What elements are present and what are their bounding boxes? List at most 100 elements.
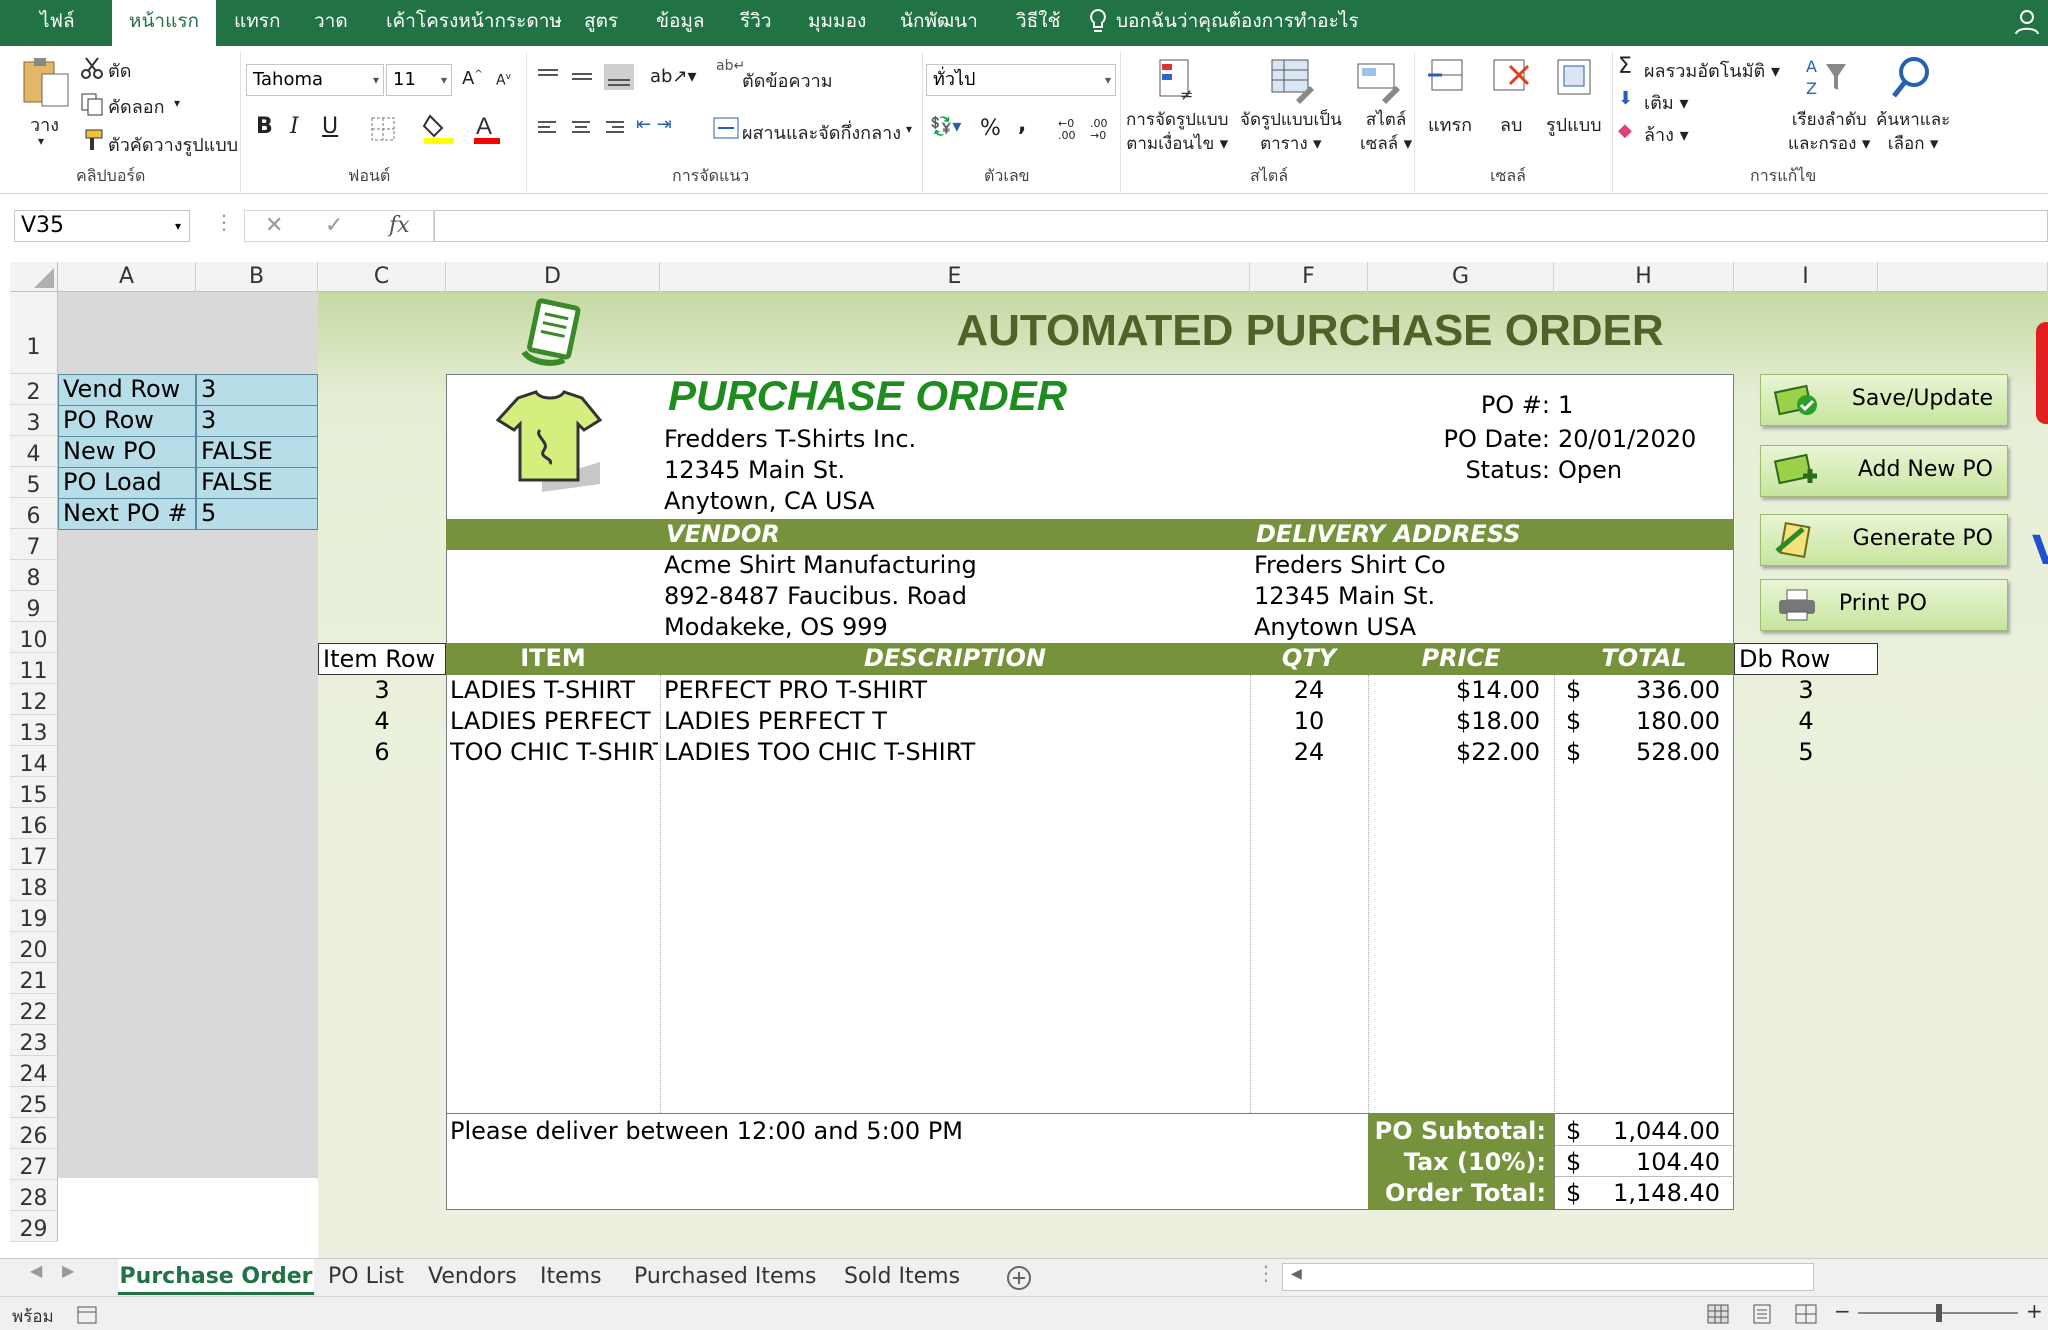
column-header-a[interactable]: A bbox=[58, 262, 196, 292]
insert-cells-button[interactable]: แทรก bbox=[1428, 110, 1472, 139]
price-cell[interactable]: $18.00 bbox=[1368, 706, 1540, 737]
tab-draw[interactable]: วาด bbox=[314, 0, 348, 46]
wrap-text-button[interactable]: ตัดข้อความ bbox=[742, 66, 833, 95]
vendor-name[interactable]: Acme Shirt Manufacturing bbox=[664, 550, 977, 581]
clear-button[interactable]: ล้าง ▾ bbox=[1644, 120, 1689, 149]
row-header-3[interactable]: 3 bbox=[10, 405, 58, 436]
name-box[interactable]: V35 ▾ bbox=[14, 210, 190, 242]
row-header-4[interactable]: 4 bbox=[10, 436, 58, 467]
tab-splitter-icon[interactable]: ⋮ bbox=[1256, 1261, 1276, 1285]
row-header-16[interactable]: 16 bbox=[10, 808, 58, 839]
font-size-combo[interactable]: 11 ▾ bbox=[386, 64, 452, 96]
format-as-table-button[interactable]: จัดรูปแบบเป็น ตาราง ▾ bbox=[1240, 108, 1342, 156]
po-load-value[interactable]: FALSE bbox=[196, 467, 318, 499]
borders-icon[interactable] bbox=[370, 116, 396, 142]
tab-home[interactable]: หน้าแรก bbox=[112, 0, 216, 46]
select-all-corner[interactable] bbox=[10, 262, 58, 292]
row-header-19[interactable]: 19 bbox=[10, 901, 58, 932]
row-header-14[interactable]: 14 bbox=[10, 746, 58, 777]
row-header-22[interactable]: 22 bbox=[10, 994, 58, 1025]
column-header-b[interactable]: B bbox=[196, 262, 318, 292]
conditional-formatting-button[interactable]: การจัดรูปแบบ ตามเงื่อนไข ▾ bbox=[1126, 108, 1228, 156]
increase-decimal-icon[interactable]: ←0.00 bbox=[1058, 118, 1076, 142]
column-header-f[interactable]: F bbox=[1250, 262, 1368, 292]
tab-scroll-left-icon[interactable]: ◀ bbox=[30, 1261, 42, 1280]
number-format-combo[interactable]: ทั่วไป ▾ bbox=[926, 64, 1116, 96]
format-painter-button[interactable]: ตัวคัดวางรูปแบบ bbox=[108, 130, 238, 159]
tab-scroll-right-icon[interactable]: ▶ bbox=[62, 1261, 74, 1280]
merge-center-button[interactable]: ผสานและจัดกึ่งกลาง bbox=[742, 118, 901, 147]
po-date-value[interactable]: 20/01/2020 bbox=[1558, 424, 1696, 455]
delivery-address[interactable]: 12345 Main St. bbox=[1254, 581, 1435, 612]
row-header-24[interactable]: 24 bbox=[10, 1056, 58, 1087]
po-row-value[interactable]: 3 bbox=[196, 405, 318, 437]
generate-po-button[interactable]: Generate PO bbox=[1760, 514, 2008, 566]
delete-cells-button[interactable]: ลบ bbox=[1500, 110, 1522, 139]
row-header-2[interactable]: 2 bbox=[10, 374, 58, 405]
row-header-29[interactable]: 29 bbox=[10, 1211, 58, 1242]
vendor-address[interactable]: 892-8487 Faucibus. Road bbox=[664, 581, 967, 612]
row-header-17[interactable]: 17 bbox=[10, 839, 58, 870]
row-header-12[interactable]: 12 bbox=[10, 684, 58, 715]
row-header-27[interactable]: 27 bbox=[10, 1149, 58, 1180]
qty-cell[interactable]: 24 bbox=[1250, 737, 1368, 768]
fill-color-icon[interactable] bbox=[422, 112, 456, 144]
tab-help[interactable]: วิธีใช้ bbox=[1016, 0, 1060, 46]
sheet-tab-purchase-order[interactable]: Purchase Order bbox=[118, 1259, 314, 1295]
accounting-format-icon[interactable]: 💱▾ bbox=[930, 116, 961, 137]
row-header-13[interactable]: 13 bbox=[10, 715, 58, 746]
delivery-city[interactable]: Anytown USA bbox=[1254, 612, 1416, 643]
new-po-value[interactable]: FALSE bbox=[196, 436, 318, 468]
row-header-20[interactable]: 20 bbox=[10, 932, 58, 963]
sheet-tab-purchased-items[interactable]: Purchased Items bbox=[634, 1259, 816, 1295]
vertical-align-icons[interactable] bbox=[534, 62, 644, 92]
formula-input[interactable] bbox=[434, 210, 2048, 242]
column-header-h[interactable]: H bbox=[1554, 262, 1734, 292]
cancel-icon[interactable]: ✕ bbox=[265, 213, 283, 238]
item-cell[interactable]: LADIES T-SHIRT bbox=[450, 675, 658, 706]
zoom-in-button[interactable]: + bbox=[2026, 1299, 2043, 1323]
zoom-slider-handle[interactable] bbox=[1936, 1304, 1942, 1322]
fill-button[interactable]: เติม ▾ bbox=[1644, 88, 1688, 117]
italic-button[interactable]: I bbox=[290, 114, 299, 139]
row-header-18[interactable]: 18 bbox=[10, 870, 58, 901]
row-header-21[interactable]: 21 bbox=[10, 963, 58, 994]
row-header-7[interactable]: 7 bbox=[10, 529, 58, 560]
row-header-11[interactable]: 11 bbox=[10, 653, 58, 684]
row-header-8[interactable]: 8 bbox=[10, 560, 58, 591]
sheet-tab-po-list[interactable]: PO List bbox=[328, 1259, 404, 1295]
font-name-combo[interactable]: Tahoma ▾ bbox=[246, 64, 384, 96]
copy-button[interactable]: คัดลอก bbox=[108, 92, 164, 121]
normal-view-icon[interactable] bbox=[1706, 1303, 1730, 1325]
item-cell[interactable]: LADIES PERFECT T bbox=[450, 706, 658, 737]
formula-bar-options-icon[interactable]: ⋮ bbox=[214, 210, 234, 234]
page-break-view-icon[interactable] bbox=[1794, 1303, 1818, 1325]
po-status-value[interactable]: Open bbox=[1558, 455, 1622, 486]
indent-icons[interactable]: ⇤ ⇥ bbox=[636, 114, 672, 135]
row-header-15[interactable]: 15 bbox=[10, 777, 58, 808]
price-cell[interactable]: $14.00 bbox=[1368, 675, 1540, 706]
column-header-c[interactable]: C bbox=[318, 262, 446, 292]
delivery-name[interactable]: Freders Shirt Co bbox=[1254, 550, 1446, 581]
price-cell[interactable]: $22.00 bbox=[1368, 737, 1540, 768]
next-po-value[interactable]: 5 bbox=[196, 498, 318, 530]
add-sheet-icon[interactable] bbox=[1006, 1265, 1032, 1291]
row-header-23[interactable]: 23 bbox=[10, 1025, 58, 1056]
underline-button[interactable]: U bbox=[322, 114, 338, 139]
delivery-note[interactable]: Please deliver between 12:00 and 5:00 PM bbox=[450, 1116, 963, 1147]
merge-dropdown-icon[interactable]: ▾ bbox=[906, 122, 912, 136]
copy-dropdown-icon[interactable]: ▾ bbox=[174, 96, 180, 110]
shrink-font-button[interactable]: Av bbox=[496, 72, 511, 89]
comma-button[interactable]: , bbox=[1018, 112, 1026, 137]
row-header-9[interactable]: 9 bbox=[10, 591, 58, 622]
row-header-1[interactable]: 1 bbox=[10, 292, 58, 374]
column-header-g[interactable]: G bbox=[1368, 262, 1554, 292]
horizontal-scrollbar[interactable]: ◀ bbox=[1282, 1263, 1814, 1291]
enter-icon[interactable]: ✓ bbox=[325, 213, 343, 238]
tab-formulas[interactable]: สูตร bbox=[584, 0, 618, 46]
paste-icon[interactable] bbox=[20, 56, 72, 108]
description-cell[interactable]: LADIES PERFECT T bbox=[664, 706, 1248, 737]
decrease-decimal-icon[interactable]: .00 →0 bbox=[1090, 118, 1108, 142]
qty-cell[interactable]: 10 bbox=[1250, 706, 1368, 737]
account-icon[interactable] bbox=[2014, 8, 2040, 34]
